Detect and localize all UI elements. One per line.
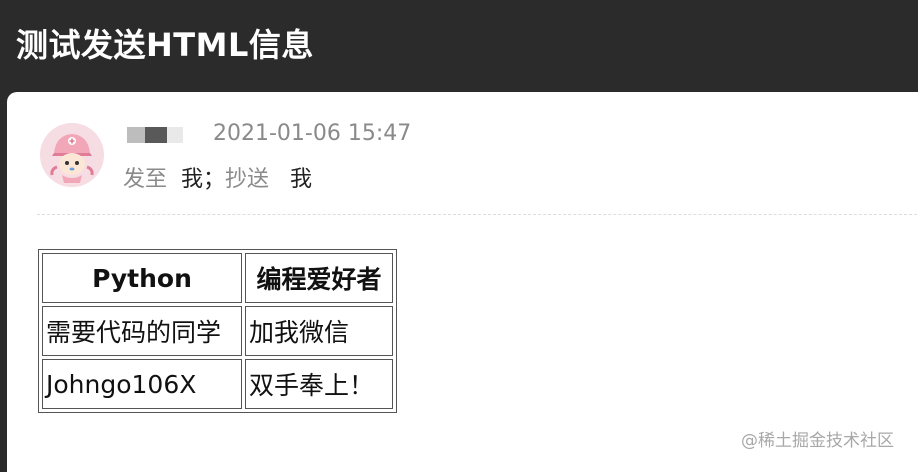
- table-header-cell: 编程爱好者: [245, 253, 393, 303]
- table-cell: 加我微信: [245, 306, 393, 356]
- to-label: 发至: [123, 167, 168, 192]
- table-cell: Johngo106X: [42, 359, 242, 409]
- table-cell: 双手奉上！: [245, 359, 393, 409]
- table-header-cell: Python: [42, 253, 242, 303]
- email-card: 2021-01-06 15:47 发至 我；抄送 我 Python 编程爱好者 …: [7, 92, 918, 472]
- cc-recipient[interactable]: 我: [290, 167, 312, 192]
- avatar-cartoon-icon: [40, 123, 104, 187]
- watermark-text: @稀土掘金技术社区: [741, 431, 894, 451]
- window-titlebar: 测试发送HTML信息: [0, 0, 918, 92]
- sender-name: [127, 124, 128, 125]
- table-cell: 需要代码的同学: [42, 306, 242, 356]
- sender-avatar[interactable]: [40, 123, 104, 187]
- email-timestamp: 2021-01-06 15:47: [213, 121, 412, 146]
- table-row: 需要代码的同学 加我微信: [42, 306, 393, 356]
- recipients-line: 发至 我；抄送 我: [123, 161, 312, 193]
- table-row: Johngo106X 双手奉上！: [42, 359, 393, 409]
- email-body-table: Python 编程爱好者 需要代码的同学 加我微信 Johngo106X 双手奉…: [38, 249, 397, 413]
- header-divider: [37, 214, 918, 215]
- to-recipient[interactable]: 我；: [181, 167, 225, 192]
- cc-label: 抄送: [225, 167, 270, 192]
- table-header-row: Python 编程爱好者: [42, 253, 393, 303]
- sender-name-redacted[interactable]: [127, 124, 189, 144]
- email-subject-title: 测试发送HTML信息: [16, 26, 314, 64]
